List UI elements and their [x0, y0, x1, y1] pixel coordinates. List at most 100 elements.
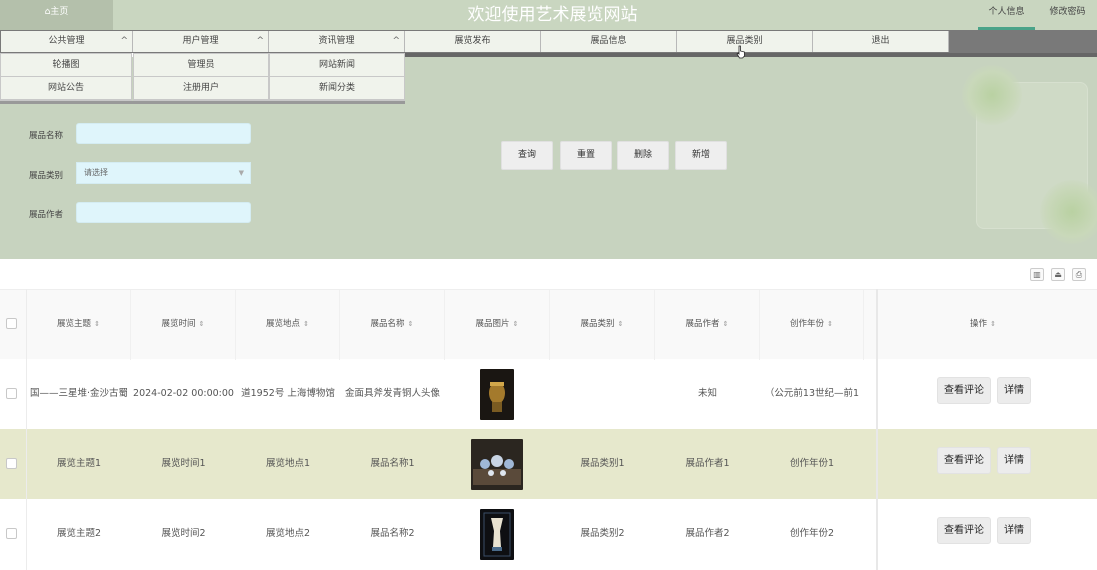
cell-place: 展览地点1 [265, 458, 311, 469]
details-button[interactable]: 详情 [997, 377, 1031, 404]
sort-icon[interactable]: ⇕ [723, 320, 729, 328]
nav-item-news[interactable]: 资讯管理 ^ [269, 31, 405, 52]
cell-exhibit-author: 展品作者1 [685, 458, 730, 469]
field-label-exhibit-author: 展品作者 [29, 210, 64, 220]
column-header-time[interactable]: 展览时间 ⇕ [131, 290, 236, 360]
view-comments-button[interactable]: 查看评论 [937, 447, 991, 474]
row-checkbox[interactable] [6, 458, 17, 469]
nav-item-label: 展品信息 [590, 36, 627, 46]
nav-item-exhibit-info[interactable]: 展品信息 [541, 31, 677, 52]
site-title: 欢迎使用艺术展览网站 [467, 5, 638, 25]
sort-icon[interactable]: ⇕ [303, 320, 309, 328]
select-all-checkbox[interactable] [6, 318, 17, 329]
dropdown-users: 管理员 注册用户 [133, 53, 269, 101]
column-header-year[interactable]: 创作年份 ⇕ [760, 290, 864, 360]
change-password-link[interactable]: 修改密码 [1040, 0, 1095, 30]
nav-item-logout[interactable]: 退出 [813, 31, 949, 52]
nav-shadow-strip [405, 53, 1097, 57]
cell-exhibit-category: 展品类别2 [580, 528, 625, 539]
row-checkbox[interactable] [6, 528, 17, 539]
exhibit-category-select[interactable]: 请选择 ▼ [76, 162, 251, 184]
cell-exhibit-author: 未知 [697, 388, 717, 399]
cell-exhibit-name: 展品名称1 [370, 458, 415, 469]
dropdown-item-announcement[interactable]: 网站公告 [1, 77, 131, 100]
cell-place: 展览地点2 [265, 528, 311, 539]
dropdown-item-registered-users[interactable]: 注册用户 [134, 77, 268, 100]
sort-icon[interactable]: ⇕ [199, 320, 205, 328]
sort-icon[interactable]: ⇕ [990, 320, 996, 328]
cell-time: 展览时间1 [161, 458, 206, 469]
column-header-place[interactable]: 展览地点 ⇕ [236, 290, 340, 360]
sort-icon[interactable]: ⇕ [618, 320, 624, 328]
add-button[interactable]: 新增 [675, 141, 727, 170]
cell-exhibit-name: 展品名称2 [370, 528, 415, 539]
nav-item-label: 展览发布 [454, 36, 491, 46]
dropdown-public: 轮播图 网站公告 [0, 53, 132, 101]
view-comments-button[interactable]: 查看评论 [937, 377, 991, 404]
columns-icon[interactable]: ▥ [1030, 268, 1044, 281]
column-header-exhibit-name[interactable]: 展品名称 ⇕ [340, 290, 445, 360]
dropdown-item-carousel[interactable]: 轮播图 [1, 54, 131, 77]
chevron-down-icon: ▼ [238, 169, 244, 177]
column-header-theme[interactable]: 展览主题 ⇕ [27, 290, 131, 360]
dropdown-item-admin[interactable]: 管理员 [134, 54, 268, 77]
sort-icon[interactable]: ⇕ [94, 320, 100, 328]
cell-time: 展览时间2 [161, 528, 206, 539]
cell-exhibit-category: 展品类别1 [580, 458, 625, 469]
cell-time: 2024-02-02 00:00:00 [133, 388, 234, 399]
export-icon[interactable]: ⏏ [1051, 268, 1065, 281]
sort-icon[interactable]: ⇕ [827, 320, 833, 328]
details-button[interactable]: 详情 [997, 447, 1031, 474]
pointer-cursor-icon [736, 45, 745, 59]
dropdown-item-site-news[interactable]: 网站新闻 [270, 54, 404, 77]
exhibit-image-bronze-head[interactable] [480, 369, 514, 420]
nav-item-exhibition-publish[interactable]: 展览发布 [405, 31, 541, 52]
column-header-exhibit-category[interactable]: 展品类别 ⇕ [550, 290, 655, 360]
nav-item-users[interactable]: 用户管理 ^ [133, 31, 269, 52]
nav-item-label: 用户管理 [182, 36, 219, 46]
view-comments-button[interactable]: 查看评论 [937, 517, 991, 544]
exhibit-name-input[interactable] [76, 123, 251, 144]
fixed-column-divider [876, 289, 878, 570]
cell-theme: 展览主题1 [56, 458, 102, 469]
main-nav: 公共管理 ^ 用户管理 ^ 资讯管理 ^ 展览发布 展品信息 展品类别 退出 [0, 30, 1097, 53]
field-label-exhibit-category: 展品类别 [29, 171, 64, 181]
nav-item-public[interactable]: 公共管理 ^ [1, 31, 133, 52]
cell-exhibit-name: 金面具斧发青铜人头像 [344, 388, 440, 399]
nav-item-label: 公共管理 [48, 36, 85, 46]
exhibit-image-vase[interactable] [480, 509, 514, 560]
cell-exhibit-author: 展品作者2 [685, 528, 730, 539]
table-row[interactable]: 展览主题2 展览时间2 展览地点2 展品名称2 展品类别2 展品作者2 创作年份… [0, 499, 1097, 569]
cell-theme: 展览主题2 [56, 528, 102, 539]
top-bar: ⌂主页 欢迎使用艺术展览网站 个人信息 修改密码 [0, 0, 1097, 30]
column-header-exhibit-author[interactable]: 展品作者 ⇕ [655, 290, 760, 360]
delete-button[interactable]: 删除 [617, 141, 669, 170]
nav-item-label: 资讯管理 [318, 36, 355, 46]
details-button[interactable]: 详情 [997, 517, 1031, 544]
row-checkbox[interactable] [6, 388, 17, 399]
cell-theme: 国——三星堆·金沙古蜀 [29, 388, 129, 399]
exhibit-image-tea-set[interactable] [471, 439, 523, 490]
chevron-up-icon: ^ [392, 36, 400, 46]
sort-icon[interactable]: ⇕ [513, 320, 519, 328]
chevron-up-icon: ^ [120, 36, 128, 46]
column-header-exhibit-image[interactable]: 展品图片 ⇕ [445, 290, 550, 360]
dropdown-item-news-category[interactable]: 新闻分类 [270, 77, 404, 100]
profile-link[interactable]: 个人信息 [978, 0, 1035, 30]
query-button[interactable]: 查询 [501, 141, 553, 170]
table-row[interactable]: 国——三星堆·金沙古蜀 2024-02-02 00:00:00 道1952号 上… [0, 359, 1097, 429]
reset-button[interactable]: 重置 [560, 141, 612, 170]
column-header-actions[interactable]: 操作 ⇕ [878, 290, 1088, 360]
exhibit-author-input[interactable] [76, 202, 251, 223]
print-icon[interactable]: ⎙ [1072, 268, 1086, 281]
table-header: 展览主题 ⇕ 展览时间 ⇕ 展览地点 ⇕ 展品名称 ⇕ 展品图片 ⇕ 展品类别 ⇕ 展品作者… [0, 289, 1097, 360]
field-label-exhibit-name: 展品名称 [29, 131, 64, 141]
decorative-circle [1040, 180, 1097, 244]
sort-icon[interactable]: ⇕ [408, 320, 414, 328]
table-row[interactable]: 展览主题1 展览时间1 展览地点1 展品名称1 展品类别1 展品作者1 创作年份… [0, 429, 1097, 499]
cell-year: 创作年份2 [789, 528, 835, 539]
decorative-circle [962, 65, 1022, 125]
cell-year: 创作年份1 [789, 458, 835, 469]
nav-item-label: 退出 [871, 36, 890, 46]
chevron-up-icon: ^ [256, 36, 264, 46]
